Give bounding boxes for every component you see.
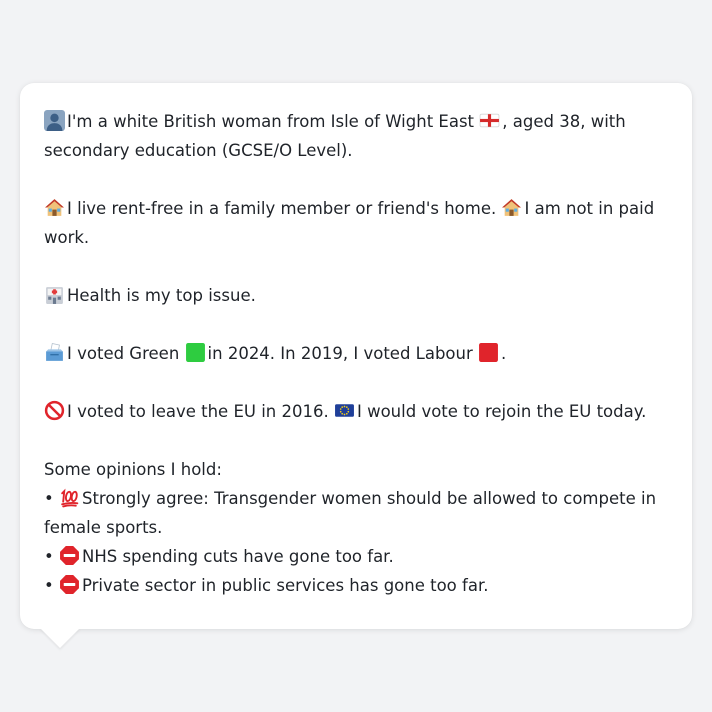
identity-paragraph: I'm a white British woman from Isle of W… <box>44 107 668 165</box>
identity-text-a: I'm a white British woman from Isle of W… <box>67 112 475 131</box>
list-item: • NHS spending cuts have gone too far. <box>44 542 668 571</box>
green-square-icon <box>185 342 206 363</box>
list-item: • Strongly agree: Transgender women shou… <box>44 484 668 542</box>
bullet: • <box>44 576 54 595</box>
eu-flag-icon <box>334 400 355 421</box>
england-flag-icon <box>479 110 500 131</box>
house-icon <box>44 197 65 218</box>
opinion-text: Private sector in public services has go… <box>81 576 489 595</box>
vote-text-c: . <box>501 344 507 363</box>
vote-text-a: I voted Green <box>67 344 180 363</box>
message-bubble: I'm a white British woman from Isle of W… <box>20 83 692 629</box>
vote-text-b: in 2024. In 2019, I voted Labour <box>207 344 473 363</box>
issue-paragraph: Health is my top issue. <box>44 281 668 310</box>
list-item: • Private sector in public services has … <box>44 571 668 600</box>
opinion-text: NHS spending cuts have gone too far. <box>81 547 394 566</box>
ballot-box-icon <box>44 342 65 363</box>
brexit-text-b: I would vote to rejoin the EU today. <box>356 402 647 421</box>
stop-sign-icon <box>59 574 80 595</box>
opinions-heading: Some opinions I hold: <box>44 460 222 479</box>
vote-paragraph: I voted Green in 2024. In 2019, I voted … <box>44 339 668 368</box>
top-issue-text: Health is my top issue. <box>67 286 256 305</box>
red-square-icon <box>478 342 499 363</box>
bubble-tail <box>40 628 80 648</box>
brexit-text-a: I voted to leave the EU in 2016. <box>67 402 329 421</box>
bullet: • <box>44 547 54 566</box>
housing-paragraph: I live rent-free in a family member or f… <box>44 194 668 252</box>
opinion-text: Strongly agree: Transgender women should… <box>44 489 657 537</box>
hospital-icon <box>44 284 65 305</box>
identity-text-b: , aged 38, with <box>502 112 626 131</box>
bullet: • <box>44 489 54 508</box>
house-icon <box>501 197 522 218</box>
hundred-points-icon <box>59 487 80 508</box>
prohibited-icon <box>44 400 65 421</box>
housing-text: I live rent-free in a family member or f… <box>67 199 497 218</box>
stop-sign-icon <box>59 545 80 566</box>
brexit-paragraph: I voted to leave the EU in 2016. I would… <box>44 397 668 426</box>
identity-text-c: secondary education (GCSE/O Level). <box>44 141 353 160</box>
person-silhouette-icon <box>44 110 65 131</box>
opinions-section: Some opinions I hold: • Strongly agree: … <box>44 455 668 600</box>
